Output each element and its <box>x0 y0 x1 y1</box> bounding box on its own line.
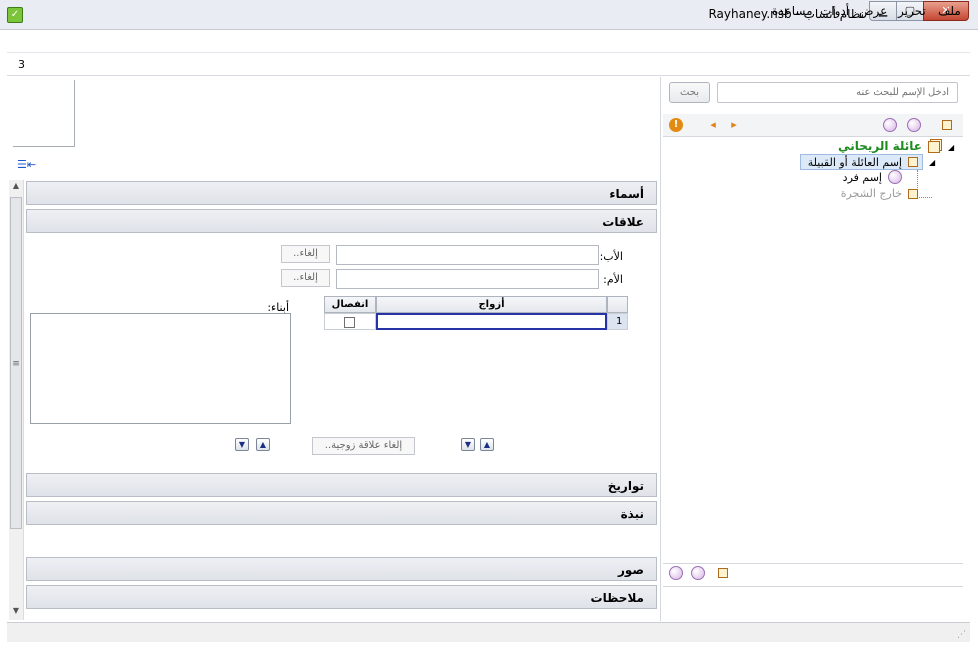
family-icon <box>908 157 918 167</box>
row-number: 1 <box>607 313 628 330</box>
warning-icon[interactable]: ! <box>669 118 683 132</box>
section-dates-label: تواريخ <box>607 479 644 493</box>
section-relations[interactable]: علاقات <box>26 209 657 233</box>
add-family-icon[interactable] <box>718 568 728 578</box>
person-icon[interactable] <box>691 566 705 580</box>
info-strip <box>7 53 970 76</box>
tree-individual-label[interactable]: إسم فرد <box>820 171 882 184</box>
families-icon <box>928 141 940 153</box>
section-names[interactable]: أسماء <box>26 181 657 205</box>
mother-field[interactable] <box>336 269 599 289</box>
spouses-grid[interactable]: انفصال أزواج 1 <box>324 296 628 332</box>
spouse-cell[interactable] <box>376 313 607 330</box>
section-notes-label: ملاحظات <box>590 591 644 605</box>
cancel-father-button[interactable]: إلغاء.. <box>281 245 330 263</box>
person-icon[interactable] <box>907 118 921 132</box>
section-dates[interactable]: تواريخ <box>26 473 657 497</box>
cancel-marriage-button[interactable]: إلغاء علاقة زوجية.. <box>312 437 415 455</box>
father-field[interactable] <box>336 245 599 265</box>
children-move-up-icon[interactable]: ▲ <box>256 438 270 451</box>
separation-checkbox[interactable] <box>344 317 355 328</box>
status-bar <box>7 622 970 642</box>
children-move-down-icon[interactable]: ▼ <box>235 438 249 451</box>
tree-outside-label[interactable]: خارج الشجرة <box>820 187 902 200</box>
menu-view[interactable]: عرض <box>859 4 887 18</box>
menu-file[interactable]: ملف <box>938 4 961 18</box>
separation-cell[interactable] <box>324 313 376 330</box>
col-separation-header[interactable]: انفصال <box>324 296 376 313</box>
children-list[interactable] <box>30 313 291 424</box>
menu-edit[interactable]: تحرير <box>898 4 926 18</box>
expand-root-icon[interactable]: ◢ <box>948 143 954 152</box>
arrow-left-icon[interactable]: ◂ <box>706 118 720 132</box>
outside-tree-icon <box>908 189 918 199</box>
person-photo[interactable] <box>13 80 75 147</box>
section-summary-label: نبذة <box>620 507 644 521</box>
add-person-icon[interactable] <box>883 118 897 132</box>
expand-family-icon[interactable]: ◢ <box>929 158 935 167</box>
app-icon[interactable]: ✓ <box>7 7 23 23</box>
menu-bar <box>7 30 970 53</box>
indicator-text: 3 <box>18 58 25 71</box>
corner-header <box>607 296 628 313</box>
add-family-icon[interactable] <box>942 120 952 130</box>
section-summary[interactable]: نبذة <box>26 501 657 525</box>
sort-icon[interactable]: ☰⇤ <box>17 159 36 170</box>
section-names-label: أسماء <box>609 187 644 201</box>
tree-bottom-toolbar <box>663 563 963 587</box>
add-person-icon[interactable] <box>669 566 683 580</box>
cancel-mother-button[interactable]: إلغاء.. <box>281 269 330 287</box>
section-relations-label: علاقات <box>602 215 644 229</box>
scroll-up-arrow-icon[interactable]: ▲ <box>9 181 23 190</box>
tree-root-label[interactable]: عائلة الريحاني <box>838 139 922 153</box>
arrow-right-icon[interactable]: ▸ <box>727 118 741 132</box>
menu-tools[interactable]: أدوات <box>820 4 849 18</box>
tree-family-label[interactable]: إسم العائلة أو القبيلة <box>800 156 902 169</box>
scroll-down-arrow-icon[interactable]: ▼ <box>9 606 23 615</box>
section-notes[interactable]: ملاحظات <box>26 585 657 609</box>
resize-grip-icon[interactable]: ⋰ <box>957 630 966 640</box>
individual-icon <box>888 170 902 184</box>
tree-connector <box>917 170 932 198</box>
menu-help[interactable]: مساعدة <box>772 4 813 18</box>
section-photos-label: صور <box>617 563 644 577</box>
scroll-thumb[interactable]: ≡ <box>10 197 22 529</box>
section-photos[interactable]: صور <box>26 557 657 581</box>
search-input[interactable] <box>717 82 958 103</box>
search-button[interactable]: بحث <box>669 82 710 103</box>
spouse-move-down-icon[interactable]: ▼ <box>461 438 475 451</box>
spouse-move-up-icon[interactable]: ▲ <box>480 438 494 451</box>
col-spouses-header[interactable]: أزواج <box>376 296 607 313</box>
